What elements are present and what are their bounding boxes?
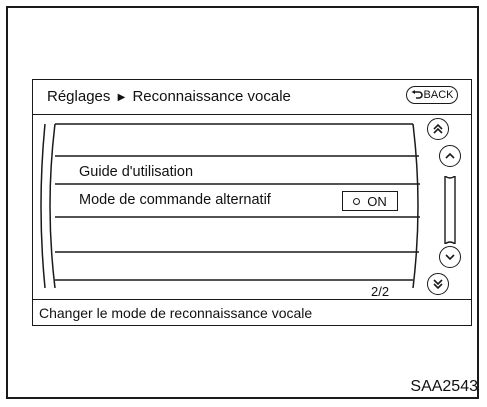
toggle-value: ON <box>367 193 387 209</box>
double-chevron-down-icon <box>433 279 443 290</box>
chevron-down-icon <box>445 254 455 261</box>
double-chevron-up-icon <box>433 123 443 134</box>
toggle-on-indicator[interactable]: ON <box>342 191 398 211</box>
figure-code: SAA2543 <box>410 378 478 395</box>
status-message: Changer le mode de reconnaissance vocale <box>39 305 313 321</box>
navigation-screen: Réglages ▶ Reconnaissance vocale BACK Gu… <box>32 79 472 326</box>
circle-indicator-icon <box>353 197 361 205</box>
list-item-alternate-command-mode[interactable]: Mode de commande alternatif <box>79 192 271 208</box>
left-bezel-inner <box>49 123 56 289</box>
right-bezel-inner <box>412 123 419 289</box>
line-down-button[interactable] <box>439 246 461 268</box>
chevron-up-icon <box>445 152 455 159</box>
page-indicator: 2/2 <box>371 284 390 299</box>
line-up-button[interactable] <box>439 145 461 167</box>
list-item-guide[interactable]: Guide d'utilisation <box>79 164 193 180</box>
page-up-button[interactable] <box>427 118 449 140</box>
scrollbar[interactable] <box>444 176 456 244</box>
footer-divider <box>33 299 471 300</box>
left-bezel-outer <box>40 123 46 289</box>
page-down-button[interactable] <box>427 273 449 295</box>
